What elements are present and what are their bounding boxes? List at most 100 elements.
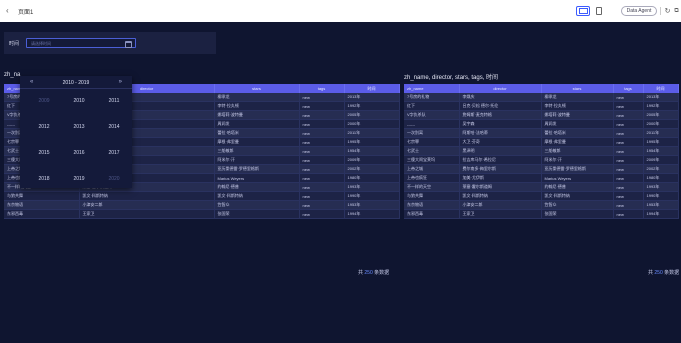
table-row[interactable]: 7号房的礼物李焕庆柳承龙new2013年 — [404, 93, 679, 102]
cell-tags: new — [613, 182, 644, 192]
table-row[interactable]: 东邪西毒 王家卫 张国荣 new 1994年 — [404, 209, 679, 219]
table-row[interactable]: 东邪西毒 王家卫 张国荣 new 1994年 — [4, 209, 400, 219]
cell-tags: new — [613, 128, 644, 138]
year-cell[interactable]: 2011 — [99, 98, 129, 104]
cell-time: 1994年 — [344, 209, 400, 219]
cell-zh-name: 红下 — [404, 101, 460, 111]
pager-count: 250 — [364, 270, 373, 276]
cell-tags: new — [299, 101, 345, 111]
cell-director: 阿斯哈·法哈蒂 — [459, 128, 542, 138]
cell-zh-name: 不一样的天空 — [404, 182, 460, 192]
double-chevron-right-icon[interactable]: » — [119, 79, 122, 85]
col-header-tags[interactable]: tags — [613, 84, 644, 93]
cell-director: 大卫·芬奇 — [459, 137, 542, 147]
cell-stars: 娜塔莉·波特曼 — [214, 110, 300, 120]
year-cell[interactable]: 2010 — [64, 98, 94, 104]
cell-stars: 三船敏郎 — [541, 146, 614, 156]
table-row[interactable]: 一次别离阿斯哈·法哈蒂蕾拉·哈塔米new2011年 — [404, 128, 679, 138]
table-row[interactable]: 东京物语 小津安二郎 笠智众 new 1953年 — [404, 200, 679, 210]
cell-director: 凯文·科斯特纳 — [459, 191, 542, 201]
left-table-title: zh_na — [4, 72, 21, 78]
cell-tags: new — [613, 164, 644, 174]
cell-tags: new — [613, 191, 644, 201]
col-header-zh-name[interactable]: zh_name — [404, 84, 460, 93]
cell-stars: 摩根·弗里曼 — [214, 137, 300, 147]
table-row[interactable]: 东京物语 小津安二郎 笠智众 new 1953年 — [4, 200, 400, 210]
cell-time: 2005年 — [344, 110, 400, 120]
cell-tags: new — [299, 200, 345, 210]
table-row[interactable]: 七宗罪大卫·芬奇摩根·弗里曼new1995年 — [404, 137, 679, 147]
cell-tags: new — [299, 119, 345, 129]
year-cell[interactable]: 2012 — [29, 124, 59, 130]
year-cell[interactable]: 2018 — [29, 176, 59, 182]
year-cell[interactable]: 2015 — [29, 150, 59, 156]
cell-tags: new — [613, 146, 644, 156]
table-row[interactable]: 与狼共舞 凯文·科斯特纳 凯文·科斯特纳 new 1990年 — [404, 191, 679, 201]
table-row[interactable]: 不一样的天空莱塞·霍尔斯道姆约翰尼·德普new1993年 — [404, 182, 679, 192]
cell-director: 吕克·贝松 德尔·托伦 — [459, 101, 542, 111]
year-cell[interactable]: 2017 — [99, 150, 129, 156]
cell-time: 2013年 — [643, 93, 679, 102]
col-header-director[interactable]: director — [459, 84, 542, 93]
cell-stars: 张国荣 — [214, 209, 300, 219]
cell-zh-name: 三傻大闹宝莱坞 — [404, 155, 460, 165]
mobile-view-button[interactable] — [593, 6, 605, 16]
cell-zh-name: 与狼共舞 — [4, 191, 80, 201]
table-row[interactable]: 上帝也疯狂加美·尤伊斯Marius Weyersnew1980年 — [404, 173, 679, 183]
col-header-stars[interactable]: stars — [214, 84, 300, 93]
table-row[interactable]: 与狼共舞 凯文·科斯特纳 凯文·科斯特纳 new 1990年 — [4, 191, 400, 201]
cell-stars: 约翰尼·德普 — [541, 182, 614, 192]
cell-time: 1990年 — [344, 191, 400, 201]
cell-tags: new — [299, 173, 345, 183]
col-header-stars[interactable]: stars — [541, 84, 614, 93]
cell-zh-name: 上帝也疯狂 — [404, 173, 460, 183]
time-filter: 时间 请选择时间 — [4, 32, 216, 54]
chevron-left-icon[interactable]: ‹ — [6, 6, 9, 15]
cell-stars: Marius Weyers — [214, 173, 300, 183]
cell-time: 1994年 — [643, 209, 679, 219]
year-cell[interactable]: 2016 — [64, 150, 94, 156]
calendar-icon — [125, 41, 132, 48]
external-link-icon[interactable]: ⧉ — [672, 6, 681, 16]
cell-tags: new — [299, 182, 345, 192]
cell-director: 王家卫 — [459, 209, 542, 219]
cell-stars: 摩根·弗里曼 — [541, 137, 614, 147]
table-row[interactable]: 上帝之城费尔南多·梅里尔斯亚历桑德雷·罗德里格斯new2002年 — [404, 164, 679, 174]
cell-stars: 亚历桑德雷·罗德里格斯 — [541, 164, 614, 174]
table-row[interactable]: 七武士黑泽明三船敏郎new1954年 — [404, 146, 679, 156]
table-row[interactable]: 红下吕克·贝松 德尔·托伦李特·拉丸顿new1992年 — [404, 101, 679, 111]
table-row[interactable]: 三傻大闹宝莱坞拉吉库马尔·希拉尼阿米尔·汗new2009年 — [404, 155, 679, 165]
year-cell[interactable]: 2020 — [99, 176, 129, 182]
cell-zh-name: 七武士 — [404, 146, 460, 156]
cell-director: 吴宇森 — [459, 119, 542, 129]
cell-time: 2013年 — [344, 93, 400, 102]
data-agent-label: Data Agent — [626, 8, 652, 14]
cell-time: 2009年 — [643, 155, 679, 165]
cell-tags: new — [613, 200, 644, 210]
year-cell[interactable]: 2009 — [29, 98, 59, 104]
cell-stars: 笠智众 — [541, 200, 614, 210]
desktop-view-button[interactable] — [576, 6, 590, 16]
cell-time: 1993年 — [643, 182, 679, 192]
year-cell[interactable]: 2014 — [99, 124, 129, 130]
col-header-time[interactable]: 时间 — [643, 84, 679, 93]
cell-stars: 李特·拉丸顿 — [541, 101, 614, 111]
time-input[interactable]: 请选择时间 — [26, 38, 136, 48]
col-header-tags[interactable]: tags — [299, 84, 345, 93]
cell-stars: 凯文·科斯特纳 — [214, 191, 300, 201]
cell-director: 黑泽明 — [459, 146, 542, 156]
refresh-icon[interactable]: ↻ — [663, 6, 672, 16]
page-title: 页面1 — [18, 10, 34, 16]
cell-zh-name: 与狼共舞 — [404, 191, 460, 201]
table-row[interactable]: ------吴宇森周润发new2000年 — [404, 119, 679, 129]
cell-tags: new — [299, 137, 345, 147]
table-row[interactable]: V字仇杀队詹姆斯·麦克特格娜塔莉·波特曼new2005年 — [404, 110, 679, 120]
cell-time: 1992年 — [643, 101, 679, 111]
data-agent-button[interactable]: Data Agent — [621, 6, 657, 16]
cell-director: 加美·尤伊斯 — [459, 173, 542, 183]
time-filter-label: 时间 — [9, 41, 20, 47]
year-cell[interactable]: 2019 — [64, 176, 94, 182]
decade-range-label: 2010 - 2019 — [62, 80, 90, 86]
col-header-time[interactable]: 时间 — [344, 84, 400, 93]
year-cell[interactable]: 2013 — [64, 124, 94, 130]
